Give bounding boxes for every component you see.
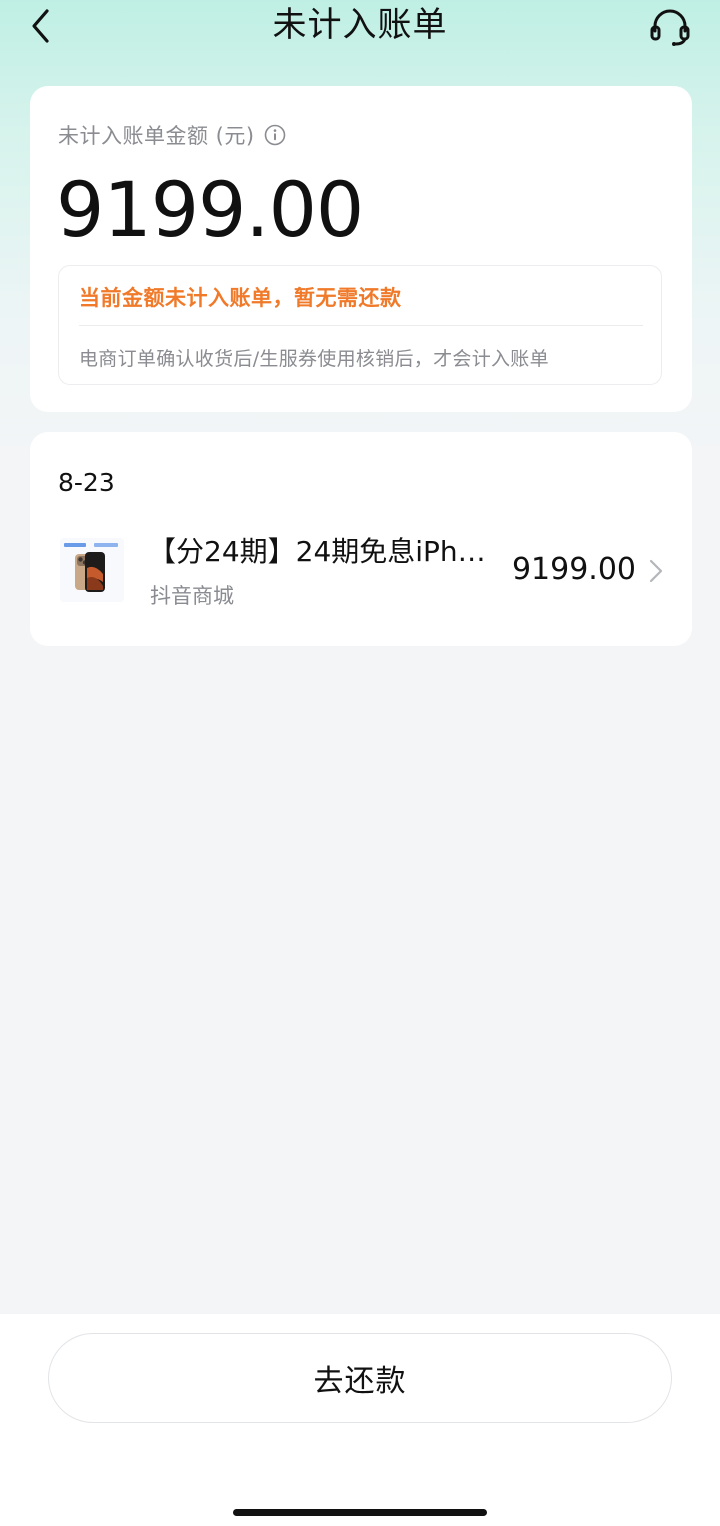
store-name: 抖音商城 xyxy=(150,584,234,608)
chevron-right-icon xyxy=(649,559,663,583)
headset-icon xyxy=(650,9,690,46)
unbilled-summary-card: 未计入账单金额 (元) 9199.00 当前金额未计入账单，暂无需还款 电商订单… xyxy=(30,86,692,412)
repay-button[interactable]: 去还款 xyxy=(48,1333,672,1423)
info-icon[interactable] xyxy=(263,123,287,147)
customer-service-button[interactable] xyxy=(646,4,694,50)
home-indicator xyxy=(233,1509,487,1516)
notice-divider xyxy=(79,325,643,326)
product-price: 9199.00 xyxy=(511,552,636,587)
top-nav-bar: 未计入账单 xyxy=(0,0,720,60)
product-name: 【分24期】24期免息iPh… xyxy=(148,535,486,568)
product-thumbnail xyxy=(60,538,124,602)
page-title: 未计入账单 xyxy=(272,5,448,45)
bottom-action-bar: 去还款 xyxy=(0,1314,720,1526)
amount-label: 未计入账单金额 (元) xyxy=(58,124,255,148)
order-item[interactable]: 【分24期】24期免息iPh… 抖音商城 9199.00 xyxy=(30,524,692,614)
order-list-card: 8-23 【分24期】24期免息iPh… 抖音商城 9199.00 xyxy=(30,432,692,646)
amount-label-row: 未计入账单金额 (元) xyxy=(58,120,287,150)
notice-title: 当前金额未计入账单，暂无需还款 xyxy=(79,286,402,310)
notice-box: 当前金额未计入账单，暂无需还款 电商订单确认收货后/生服券使用核销后，才会计入账… xyxy=(58,265,662,385)
order-date: 8-23 xyxy=(58,468,115,497)
unbilled-amount: 9199.00 xyxy=(56,165,364,254)
notice-description: 电商订单确认收货后/生服券使用核销后，才会计入账单 xyxy=(79,348,549,370)
